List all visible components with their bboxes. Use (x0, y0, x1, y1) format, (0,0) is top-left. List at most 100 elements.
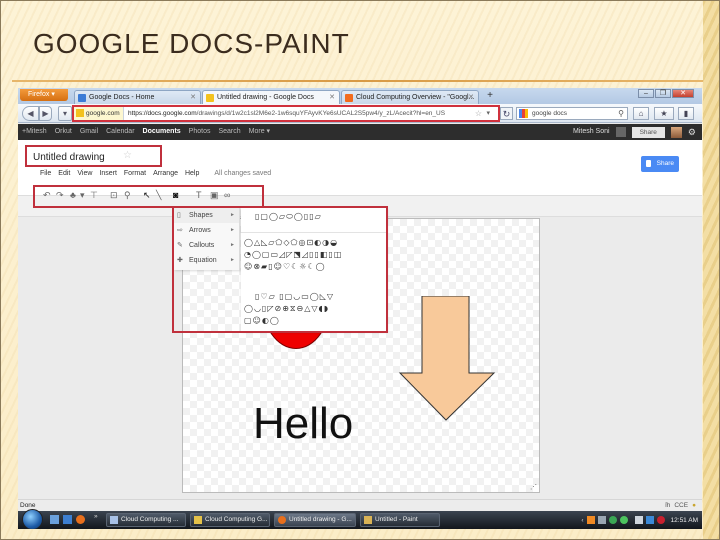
dropdown-icon[interactable]: ▾ (80, 190, 85, 201)
close-tab-icon[interactable]: ✕ (190, 91, 196, 104)
share-button[interactable]: Share (641, 156, 679, 172)
textbox-icon[interactable]: T (196, 190, 202, 200)
history-button[interactable]: ▾ (58, 106, 72, 121)
tray-device-icon[interactable] (634, 516, 643, 524)
notifications-icon[interactable] (615, 127, 626, 137)
gbar-link-photos[interactable]: Photos (189, 124, 211, 140)
menu-format[interactable]: Format (124, 170, 146, 177)
shape-icon[interactable]: ◙ (173, 190, 178, 200)
tab-untitled-drawing[interactable]: Untitled drawing - Google Docs ✕ (202, 90, 340, 104)
tray-app-icon[interactable] (597, 516, 606, 524)
gbar-link-gmail[interactable]: Gmail (80, 124, 98, 140)
gbar-link-search[interactable]: Search (218, 124, 240, 140)
addon-button[interactable]: ▮ (678, 107, 694, 120)
image-icon[interactable]: ▣ (210, 190, 219, 201)
bookmarks-icon: ★ (660, 109, 668, 118)
menu-insert[interactable]: Insert (99, 170, 117, 177)
bookmarks-button[interactable]: ★ (654, 107, 674, 120)
gbar-link-more[interactable]: More ▾ (249, 124, 270, 140)
taskbar-item[interactable]: Cloud Computing G... (190, 513, 270, 527)
back-arrow-icon: ◀ (27, 109, 34, 118)
close-tab-icon[interactable]: ✕ (329, 91, 335, 104)
menu-bar: File Edit View Insert Format Arrange Hel… (40, 170, 271, 177)
minimize-button[interactable]: – (638, 89, 654, 98)
status-bar: Done ỉh CCE ● (18, 499, 702, 511)
taskbar-item[interactable]: Untitled - Paint (360, 513, 440, 527)
clock[interactable]: 12:51 AM (671, 517, 698, 524)
slide-title: GOOGLE DOCS-PAINT (33, 28, 350, 59)
home-button[interactable]: ⌂ (633, 107, 649, 120)
new-tab-button[interactable]: + (482, 90, 498, 103)
gear-icon[interactable]: ⚙ (688, 124, 696, 140)
align-icon[interactable]: ⊤ (90, 190, 98, 201)
tray-chevron-icon[interactable]: ‹ (581, 517, 583, 524)
back-button[interactable]: ◀ (22, 106, 39, 121)
tab-label: Cloud Computing Overview - "Googl... (356, 94, 475, 101)
down-arrow-shape[interactable] (398, 296, 496, 423)
firefox-quicklaunch-icon[interactable] (76, 515, 85, 524)
gbar-link-documents[interactable]: Documents (143, 124, 181, 140)
url-bar[interactable]: google.com https://docs.google.com/drawi… (72, 105, 500, 122)
home-icon: ⌂ (638, 109, 644, 118)
hello-text[interactable]: Hello (253, 399, 353, 449)
reload-button[interactable]: ↻ (500, 107, 513, 120)
gbar-share-button[interactable]: Share (631, 126, 665, 138)
start-button[interactable] (22, 509, 43, 529)
taskbar-item[interactable]: Cloud Computing ... (106, 513, 186, 527)
site-identity[interactable]: google.com (74, 107, 124, 120)
site-favicon-icon (76, 109, 84, 117)
system-tray: ‹ 12:51 AM (581, 511, 698, 529)
undo-icon[interactable]: ↶ (43, 190, 51, 201)
search-input[interactable]: google docs ⚲ (516, 107, 628, 120)
close-tab-icon[interactable]: ✕ (468, 91, 474, 104)
forward-button[interactable]: ▶ (39, 106, 52, 121)
account-name[interactable]: Mitesh Soni (573, 124, 610, 140)
network-icon[interactable] (645, 516, 654, 524)
firefox-menu-label: Firefox (28, 91, 50, 98)
gbar-link-plus[interactable]: +Mitesh (22, 124, 47, 140)
firefox-menu-button[interactable]: Firefox ▾ (20, 89, 68, 101)
google-bar: +Mitesh Orkut Gmail Calendar Documents P… (18, 124, 702, 140)
forward-arrow-icon: ▶ (42, 109, 49, 118)
restore-button[interactable]: ❐ (655, 89, 671, 98)
taskbar-item-label: Cloud Computing G... (205, 516, 268, 523)
taskbar-item[interactable]: Untitled drawing - G... (274, 513, 356, 527)
close-window-button[interactable]: ✕ (672, 89, 694, 98)
switch-windows-icon[interactable] (63, 515, 72, 524)
tray-vlc-icon[interactable] (586, 516, 595, 524)
windows-taskbar: » Cloud Computing ... Cloud Computing G.… (18, 509, 702, 529)
quicklaunch-overflow-icon[interactable]: » (94, 513, 98, 520)
star-icon[interactable]: ☆ (123, 150, 132, 161)
url-text[interactable]: https://docs.google.com/drawings/d/1w2c1… (128, 107, 445, 120)
zoom-icon[interactable]: ⚲ (124, 190, 131, 201)
gbar-link-calendar[interactable]: Calendar (106, 124, 134, 140)
fit-icon[interactable]: ⊡ (110, 190, 118, 201)
menu-help[interactable]: Help (185, 170, 199, 177)
bookmark-star-icon[interactable]: ☆ (475, 107, 482, 120)
paint-format-icon[interactable]: ♣ (70, 190, 76, 200)
show-desktop-icon[interactable] (50, 515, 59, 524)
volume-icon[interactable] (656, 516, 665, 524)
link-icon[interactable]: ∞ (224, 190, 230, 200)
gbar-link-orkut[interactable]: Orkut (55, 124, 72, 140)
site-identity-label: google.com (86, 110, 120, 117)
resize-grip-icon[interactable]: ⋰ (530, 483, 537, 491)
taskbar-item-label: Cloud Computing ... (121, 516, 179, 523)
tab-cloud-computing[interactable]: Cloud Computing Overview - "Googl... ✕ (341, 90, 479, 104)
tray-security-icon[interactable] (619, 516, 628, 524)
menu-arrange[interactable]: Arrange (153, 170, 178, 177)
tab-google-docs-home[interactable]: Google Docs - Home ✕ (74, 90, 201, 104)
line-icon[interactable]: ╲ (156, 190, 161, 201)
url-dropdown-icon[interactable]: ▾ (486, 107, 490, 120)
menu-view[interactable]: View (77, 170, 92, 177)
tray-status-icon[interactable] (608, 516, 617, 524)
magnifier-icon[interactable]: ⚲ (618, 108, 624, 119)
avatar[interactable] (670, 126, 682, 138)
menu-edit[interactable]: Edit (58, 170, 70, 177)
paint-icon (364, 516, 372, 524)
redo-icon[interactable]: ↷ (56, 190, 64, 201)
document-title[interactable]: Untitled drawing (33, 152, 105, 163)
menu-file[interactable]: File (40, 170, 51, 177)
window-controls: – ❐ ✕ (638, 89, 694, 98)
select-icon[interactable]: ↖ (143, 190, 151, 201)
